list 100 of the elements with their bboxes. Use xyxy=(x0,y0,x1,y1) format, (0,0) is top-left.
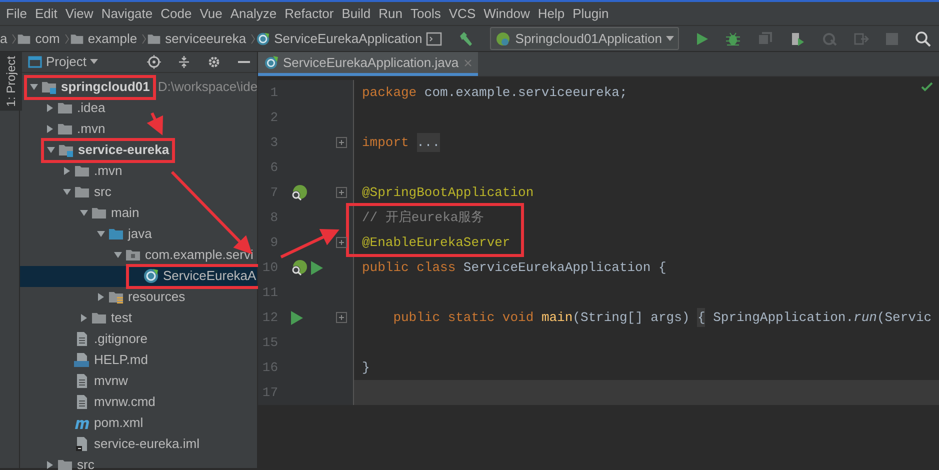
menu-item[interactable]: Run xyxy=(376,4,409,24)
breadcrumb-item[interactable]: com xyxy=(17,28,64,48)
tree-item[interactable]: ServiceEurekaA xyxy=(20,266,257,286)
tree-item[interactable]: service-eureka xyxy=(20,140,257,160)
project-view-dropdown[interactable]: Project xyxy=(28,52,98,72)
caret-icon xyxy=(90,58,98,65)
code-line: public static void main(String[] args) { SpringApplication.run(Servic xyxy=(354,305,932,330)
folder-icon xyxy=(57,100,73,116)
menu-item[interactable]: Tools xyxy=(408,4,447,24)
menu-item[interactable]: Build xyxy=(340,4,377,24)
run-icon[interactable] xyxy=(695,32,709,46)
menu-item[interactable]: Refactor xyxy=(282,4,340,24)
chevron-icon xyxy=(64,32,70,46)
file-icon xyxy=(74,373,90,389)
tree-item[interactable]: mvnw.cmd xyxy=(20,392,257,412)
folder-icon xyxy=(57,457,73,470)
resources-folder-icon xyxy=(108,289,124,305)
collapse-arrow-icon[interactable] xyxy=(62,187,72,197)
terminal-icon[interactable] xyxy=(426,30,442,46)
tree-item[interactable]: .mvn xyxy=(20,118,257,140)
menu-item[interactable]: Navigate xyxy=(99,4,159,24)
tree-item[interactable]: main xyxy=(20,202,257,224)
tree-label: service-eureka.iml xyxy=(94,435,200,454)
tree-item[interactable]: .mvn xyxy=(20,160,257,182)
profile-icon[interactable] xyxy=(789,30,805,46)
tree-item[interactable]: resources xyxy=(20,286,257,308)
tree-item[interactable]: src xyxy=(20,454,257,470)
tree-item[interactable]: springcloud01 D:\workspace\ide xyxy=(20,76,257,98)
collapse-arrow-icon[interactable] xyxy=(96,229,106,239)
run-configuration-dropdown[interactable]: Springcloud01Application xyxy=(490,26,679,50)
settings-icon[interactable] xyxy=(207,54,221,69)
run-icon[interactable] xyxy=(310,260,324,276)
menu-item[interactable]: Help xyxy=(536,4,571,24)
bug-icon[interactable] xyxy=(725,30,741,46)
tree-item[interactable]: .idea xyxy=(20,98,257,118)
breadcrumb-item[interactable]: serviceeureka xyxy=(147,28,250,48)
menu-item[interactable]: Vue xyxy=(198,4,228,24)
tool-window-tab[interactable]: 1: Project xyxy=(0,52,22,111)
menu-item[interactable]: Window xyxy=(482,4,536,24)
fold-icon[interactable] xyxy=(336,137,347,148)
menu-item[interactable]: View xyxy=(63,4,100,24)
spring-bean-icon[interactable] xyxy=(290,258,308,276)
folder-icon xyxy=(91,310,107,326)
package-folder-icon xyxy=(125,247,141,263)
fold-icon[interactable] xyxy=(336,237,347,248)
module-file-icon xyxy=(74,436,90,452)
locate-icon[interactable] xyxy=(147,54,161,69)
tree-label: mvnw.cmd xyxy=(94,393,156,412)
collapse-arrow-icon[interactable] xyxy=(29,82,39,92)
chevron-icon xyxy=(11,32,18,46)
tree-label: src xyxy=(77,456,94,470)
collapse-arrow-icon[interactable] xyxy=(113,250,123,260)
folder-icon xyxy=(147,32,162,46)
collapse-arrow-icon[interactable] xyxy=(46,145,56,155)
annotation-arrow xyxy=(146,112,164,136)
menu-item[interactable]: Plugin xyxy=(570,4,615,24)
code-line: @EnableEurekaServer xyxy=(361,234,510,252)
collapse-arrow-icon[interactable] xyxy=(79,208,89,218)
code-line: package com.example.serviceeureka; xyxy=(361,84,628,102)
breadcrumb-item[interactable]: ServiceEurekaApplication xyxy=(256,28,426,48)
tree-item[interactable]: service-eureka.iml xyxy=(20,434,257,454)
menu-item[interactable]: Edit xyxy=(32,4,64,24)
expand-arrow-icon[interactable] xyxy=(45,460,55,470)
collapse-all-icon[interactable] xyxy=(177,54,191,69)
editor-tab[interactable]: ServiceEurekaApplication.java xyxy=(258,52,478,76)
search-icon[interactable] xyxy=(915,30,931,46)
tree-item[interactable]: .gitignore xyxy=(20,328,257,350)
menu-item[interactable]: Analyze xyxy=(228,4,283,24)
source-folder-icon xyxy=(108,226,124,242)
expand-arrow-icon[interactable] xyxy=(79,313,89,323)
breadcrumb-item[interactable]: example xyxy=(70,28,142,48)
hammer-icon[interactable] xyxy=(458,30,474,46)
tree-item[interactable]: pom.xml xyxy=(20,412,257,434)
tree-item[interactable]: HELP.md xyxy=(20,350,257,370)
tree-label: src xyxy=(94,183,112,202)
module-folder-icon xyxy=(58,142,74,158)
tree-item[interactable]: com.example.servi xyxy=(20,244,257,266)
tree-label: resources xyxy=(128,288,186,306)
menu-item[interactable]: Code xyxy=(158,4,198,24)
expand-arrow-icon[interactable] xyxy=(62,166,72,176)
spring-bean-icon[interactable] xyxy=(290,184,308,202)
run-icon[interactable] xyxy=(290,310,304,326)
folder-icon xyxy=(74,184,90,200)
tree-item[interactable]: mvnw xyxy=(20,370,257,392)
tree-label: mvnw xyxy=(94,372,128,390)
tree-item[interactable]: src xyxy=(20,182,257,202)
fold-icon[interactable] xyxy=(336,312,347,323)
fold-icon[interactable] xyxy=(336,187,347,198)
folder-icon xyxy=(91,205,107,221)
tree-label: .idea xyxy=(77,99,106,118)
menu-item[interactable]: File xyxy=(4,4,33,24)
checkmark-icon xyxy=(921,82,933,92)
expand-arrow-icon[interactable] xyxy=(45,103,55,113)
expand-arrow-icon[interactable] xyxy=(96,292,106,302)
tree-item[interactable]: java xyxy=(20,224,257,244)
expand-arrow-icon[interactable] xyxy=(45,124,55,134)
tree-item[interactable]: test xyxy=(20,308,257,328)
menu-item[interactable]: VCS xyxy=(446,4,482,24)
chevron-icon xyxy=(250,32,256,46)
breadcrumb-item[interactable]: a xyxy=(0,28,12,48)
